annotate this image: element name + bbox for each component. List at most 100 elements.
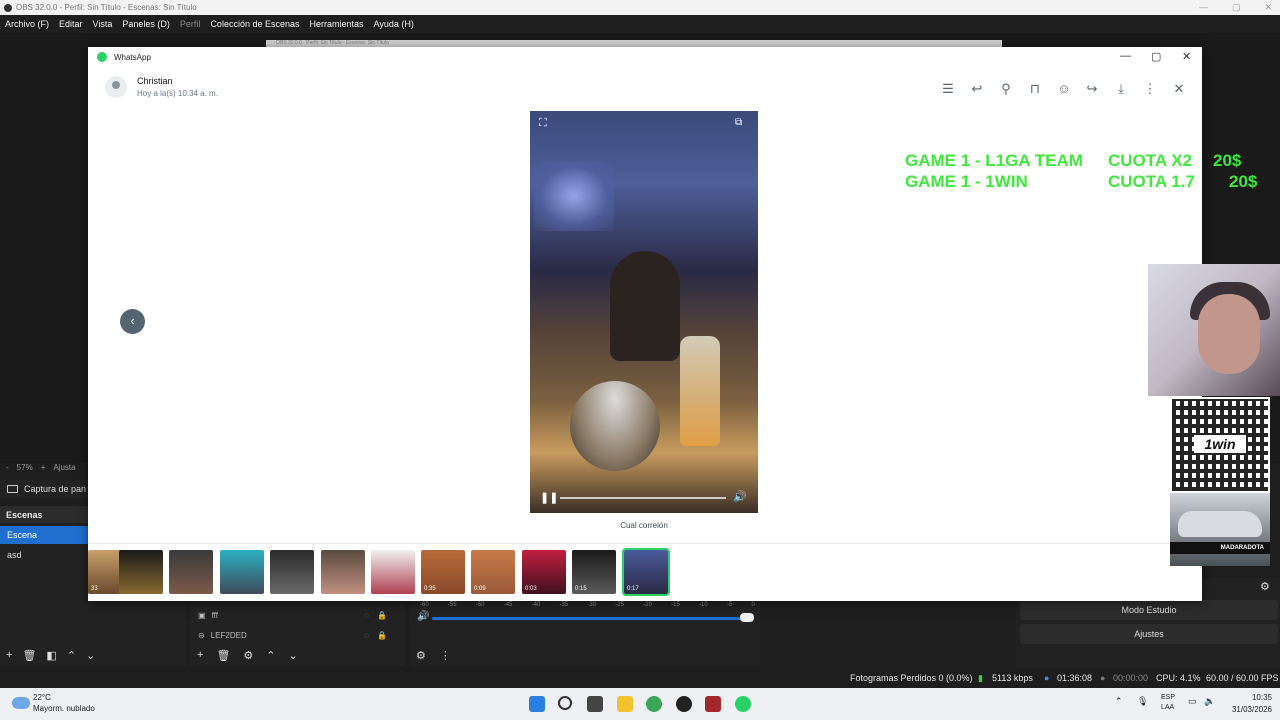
weather-description[interactable]: Mayorm. nublado — [33, 704, 95, 713]
media-thumbnail[interactable] — [321, 550, 365, 594]
mixer-tick: -25 — [615, 602, 625, 608]
weather-cloud-icon[interactable] — [12, 697, 30, 709]
gear-icon[interactable]: ⚙ — [243, 649, 253, 662]
close-icon[interactable]: ✕ — [1264, 0, 1272, 15]
network-icon[interactable]: ▭ — [1188, 696, 1198, 712]
maximize-icon[interactable]: ▢ — [1151, 50, 1161, 63]
menu-archivo[interactable]: Archivo (F) — [5, 19, 49, 29]
media-thumbnail[interactable]: 0:09 — [471, 550, 515, 594]
zoom-in-button[interactable]: + — [41, 463, 46, 472]
gear-icon[interactable]: ⚙ — [1260, 580, 1270, 593]
fullscreen-icon[interactable]: ⛶ — [539, 117, 547, 130]
menu-herramientas[interactable]: Herramientas — [310, 19, 364, 29]
volume-icon[interactable]: 🔊 — [733, 490, 747, 503]
download-icon[interactable]: ⤓ — [1113, 81, 1129, 97]
bookmark-icon[interactable]: ⊓ — [1027, 81, 1043, 97]
delete-scene-icon[interactable]: 🗑 — [22, 649, 36, 662]
chrome-icon[interactable] — [646, 696, 662, 712]
language-indicator[interactable]: ESP — [1161, 694, 1175, 701]
go-to-message-icon[interactable]: ☰ — [940, 81, 956, 97]
cpu-usage: CPU: 4.1% — [1156, 673, 1201, 683]
add-source-icon[interactable]: + — [197, 649, 203, 661]
windows-start-icon[interactable] — [529, 696, 545, 712]
app-icon[interactable] — [705, 696, 721, 712]
media-thumbnail[interactable] — [371, 550, 415, 594]
obs-icon[interactable] — [676, 696, 692, 712]
scene-filter-icon[interactable]: ◧ — [46, 649, 56, 662]
menu-editar[interactable]: Editar — [59, 19, 83, 29]
task-view-icon[interactable] — [587, 696, 603, 712]
minimize-icon[interactable]: — — [1199, 0, 1208, 15]
media-thumbnail[interactable] — [169, 550, 213, 594]
language-layout[interactable]: LAA — [1161, 704, 1174, 711]
volume-slider[interactable] — [432, 617, 750, 620]
close-viewer-icon[interactable]: ✕ — [1171, 81, 1187, 97]
media-thumbnail-selected[interactable]: 0:17 — [622, 548, 670, 596]
video-player[interactable]: ⛶ ⧉ ❚❚ 🔊 — [530, 111, 758, 513]
volume-icon[interactable]: 🔉 — [1204, 696, 1215, 712]
whatsapp-icon[interactable] — [735, 696, 751, 712]
search-icon[interactable] — [558, 696, 572, 710]
webcam-overlay — [1148, 264, 1280, 396]
lock-icon[interactable]: 🔒 — [377, 631, 387, 640]
picture-in-picture-icon[interactable]: ⧉ — [735, 117, 742, 128]
more-options-icon[interactable]: ⋮ — [440, 649, 451, 662]
microphone-icon[interactable]: 🎙 — [1137, 696, 1148, 712]
menu-perfil[interactable]: Perfil — [180, 19, 201, 29]
menu-ayuda[interactable]: Ayuda (H) — [374, 19, 414, 29]
media-thumbnail[interactable]: 0:35 — [421, 550, 465, 594]
volume-slider-handle[interactable] — [740, 613, 754, 622]
qr-brand-logo: 1win — [1194, 435, 1246, 453]
taskbar: 22°C Mayorm. nublado ⌃ 🎙 ESP LAA ▭ 🔉 10:… — [0, 688, 1280, 720]
media-thumbnail[interactable] — [119, 550, 163, 594]
media-thumbnail[interactable] — [270, 550, 314, 594]
reply-icon[interactable]: ↩ — [969, 81, 985, 97]
source-label: LEF2DED — [210, 630, 247, 640]
advanced-audio-icon[interactable]: ⚙ — [416, 649, 426, 662]
forward-icon[interactable]: ↪ — [1084, 81, 1100, 97]
move-down-icon[interactable]: ⌄ — [86, 649, 95, 662]
menu-vista[interactable]: Vista — [93, 19, 113, 29]
lock-icon[interactable]: 🔒 — [377, 611, 387, 620]
visibility-icon[interactable]: ◌ — [364, 631, 369, 640]
video-content — [610, 251, 680, 361]
chevron-up-icon[interactable]: ⌃ — [1115, 696, 1125, 712]
menu-paneles[interactable]: Paneles (D) — [122, 19, 170, 29]
media-thumbnail[interactable] — [220, 550, 264, 594]
media-thumbnail[interactable]: 0:15 — [572, 550, 616, 594]
studio-mode-button[interactable]: Modo Estudio — [1020, 600, 1278, 620]
source-capture-row[interactable]: Captura de pan — [0, 480, 88, 498]
mixer-tick: -5 — [726, 602, 733, 608]
zoom-fit-button[interactable]: Ajusta — [53, 463, 75, 472]
clock-date[interactable]: 31/03/2026 — [1222, 705, 1272, 714]
add-scene-icon[interactable]: + — [6, 649, 12, 661]
pin-icon[interactable]: ⚲ — [998, 81, 1014, 97]
weather-temperature[interactable]: 22°C — [33, 693, 51, 702]
video-progress-bar[interactable] — [560, 497, 726, 499]
media-thumbnail[interactable]: 0:03 — [522, 550, 566, 594]
mixer-tick: -20 — [643, 602, 652, 608]
clock-time[interactable]: 10:35 — [1240, 693, 1272, 702]
move-up-icon[interactable]: ⌃ — [266, 649, 275, 662]
emoji-react-icon[interactable]: ☺ — [1056, 81, 1072, 97]
maximize-icon[interactable]: ▢ — [1232, 0, 1241, 15]
move-up-icon[interactable]: ⌃ — [67, 649, 76, 662]
file-explorer-icon[interactable] — [617, 696, 633, 712]
more-options-icon[interactable]: ⋮ — [1142, 81, 1158, 97]
source-item-fff[interactable]: ▣ fff ◌ 🔒 — [190, 606, 405, 624]
whatsapp-window: WhatsApp — ▢ ✕ Christian Hoy a la(s) 10:… — [88, 47, 1202, 601]
close-icon[interactable]: ✕ — [1182, 50, 1191, 63]
avatar[interactable] — [105, 76, 127, 98]
move-down-icon[interactable]: ⌄ — [289, 649, 298, 662]
speaker-icon[interactable]: 🔊 — [417, 611, 429, 622]
pause-icon[interactable]: ❚❚ — [540, 491, 558, 504]
menu-coleccion-escenas[interactable]: Colección de Escenas — [210, 19, 299, 29]
zoom-out-button[interactable]: - — [6, 463, 9, 472]
delete-source-icon[interactable]: 🗑 — [216, 649, 230, 662]
sender-name[interactable]: Christian — [137, 76, 173, 86]
previous-media-button[interactable]: ‹ — [120, 309, 145, 334]
minimize-icon[interactable]: — — [1120, 50, 1131, 62]
visibility-icon[interactable]: ◌ — [364, 611, 369, 620]
source-item-lef2ded[interactable]: ⊝ LEF2DED ◌ 🔒 — [190, 626, 405, 644]
settings-button[interactable]: Ajustes — [1020, 624, 1278, 644]
